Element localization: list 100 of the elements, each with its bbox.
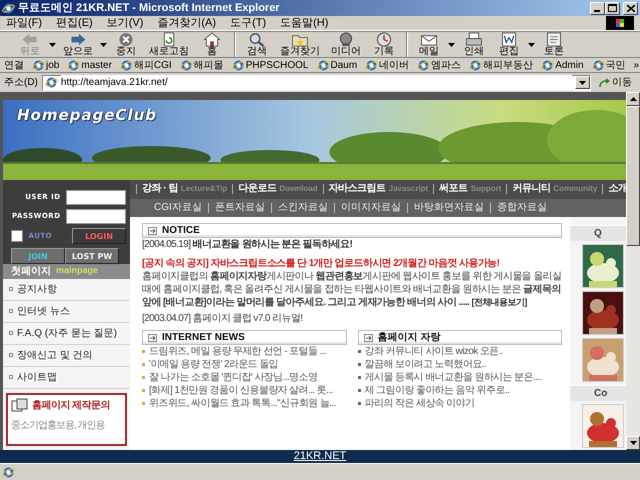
nav-link[interactable]: 강좌 · 팁 Lecture&Tip xyxy=(136,184,232,194)
address-field[interactable]: http://teamjava.21kr.net/ xyxy=(42,74,591,90)
board-item[interactable]: 깔끔해 보이려고 노력했어요.. xyxy=(364,358,486,372)
user-id-field[interactable] xyxy=(66,190,126,205)
section-title: INTERNET NEWS xyxy=(162,331,245,344)
globe-icon xyxy=(180,58,193,72)
toolbar-button[interactable]: 홈 xyxy=(196,32,228,57)
more-links-button[interactable]: » xyxy=(634,58,640,72)
arrow-box-icon xyxy=(148,334,157,342)
link-button[interactable]: 해피몰 xyxy=(180,58,224,72)
site-logo[interactable]: HomepageClub xyxy=(17,106,157,124)
globe-icon xyxy=(32,58,45,72)
side-menu-item[interactable]: F.A.Q (자주 묻는 질문) xyxy=(3,322,130,345)
board-item[interactable]: 위즈위드, 싸이월드 효과 톡톡..."신규회원 늘... xyxy=(149,397,336,410)
menu-item[interactable]: 파일(F) xyxy=(6,14,42,32)
toolbar-button[interactable]: 기록 xyxy=(368,32,400,57)
link-button[interactable]: Admin xyxy=(541,58,584,72)
toolbar-button[interactable]: 검색 xyxy=(241,32,273,57)
globe-icon xyxy=(2,466,15,478)
nav-link[interactable]: 자바스크립트 Javascript xyxy=(322,184,434,194)
board-item[interactable]: 게시물 등록시 배너교환을 원하시는 분은.... xyxy=(364,371,542,384)
login-button[interactable]: LOGIN xyxy=(72,228,126,244)
toolbar-button[interactable]: 인쇄 xyxy=(458,32,490,57)
toolbar-button[interactable]: 즐겨찾기 xyxy=(276,32,324,57)
scrollbar[interactable] xyxy=(626,92,640,450)
side-section-header: Q xyxy=(570,225,626,242)
board-item[interactable]: 강좌 커뮤니티 사이트 wizok 오픈.. xyxy=(364,345,503,358)
close-icon xyxy=(626,4,634,12)
nav-link[interactable]: 써포트 Support xyxy=(433,184,506,194)
promo-card[interactable]: 홈페이지 제작문의 중소기업홍보용, 개인용 xyxy=(6,392,127,446)
sub-nav-link[interactable]: 스킨자료실 xyxy=(270,203,334,214)
toolbar-button[interactable]: 중지 xyxy=(110,32,142,57)
board-item[interactable]: 드림위즈, 메일 용량 무제한 선언 - 포털들 ... xyxy=(149,345,326,358)
globe-icon xyxy=(469,58,482,72)
address-label: 주소(D) xyxy=(4,76,38,90)
sub-nav-link[interactable]: 폰트자료실 xyxy=(208,203,271,214)
board-item[interactable]: 잘 나가는 소호몰 '퀸디잡' 사장님...명소영 xyxy=(149,371,318,384)
sub-nav-link[interactable]: 종합자료실 xyxy=(490,203,553,214)
board-item[interactable]: 제 그림이랑 좋아하는 음악 위주로.. xyxy=(364,384,510,398)
link-button[interactable]: 국민 xyxy=(592,58,626,72)
notice-headline[interactable]: [공지 속의 공지] 자바스크립트소스를 단 1개만 업로드하시면 2개월간 마음껏 사용가능! xyxy=(142,256,562,270)
close-button[interactable] xyxy=(623,2,638,14)
menu-item[interactable]: 보기(V) xyxy=(106,14,144,32)
globe-icon xyxy=(44,76,58,89)
link-button[interactable]: 해피CGI xyxy=(120,58,172,72)
link-button[interactable]: 네이버 xyxy=(365,58,410,72)
lost-button[interactable]: LOST PW xyxy=(65,248,119,264)
password-field[interactable] xyxy=(66,208,126,224)
globe-icon xyxy=(417,58,430,72)
caret-icon[interactable] xyxy=(579,80,586,84)
arrow-box-icon xyxy=(364,334,372,342)
menu-item[interactable]: 도움말(H) xyxy=(280,14,328,32)
toolbar-button[interactable]: 앞으로 xyxy=(59,32,97,57)
footer-link[interactable]: 21KR.NET xyxy=(294,451,346,462)
toolbar-button[interactable]: 새로고침 xyxy=(145,32,193,57)
caret-icon[interactable] xyxy=(100,42,107,46)
link-button[interactable]: master xyxy=(67,58,112,72)
board-item[interactable]: [화제] 1천만원 경품이 신용불량자 살려... 롯... xyxy=(149,384,333,398)
link-button[interactable]: 엠파스 xyxy=(417,58,462,72)
scrollbar-thumb[interactable] xyxy=(626,106,640,246)
board-item[interactable]: '이메일 용량 전쟁' 2라운드 돌입 xyxy=(149,358,278,372)
go-button[interactable]: 이동 xyxy=(595,75,636,90)
go-arrow-icon xyxy=(599,78,610,88)
globe-icon xyxy=(2,2,15,14)
auto-checkbox[interactable] xyxy=(11,230,23,242)
globe-icon xyxy=(592,58,605,72)
toolbar-button[interactable]: 메일 xyxy=(413,32,445,57)
link-button[interactable]: 해피부동산 xyxy=(469,58,534,72)
link-button[interactable]: job xyxy=(32,58,60,72)
menu-item[interactable]: 편집(E) xyxy=(56,14,93,32)
side-menu-item[interactable]: 장애신고 및 건의 xyxy=(3,344,130,367)
menu-item[interactable]: 도구(T) xyxy=(230,14,266,32)
sub-nav-link[interactable]: 바탕화면자료실 xyxy=(406,203,490,214)
notice-item[interactable]: [2004.05.19] 배너교환을 원하시는 분은 필독하세요! xyxy=(142,238,562,252)
board-item[interactable]: 파리의 작은 세상속 이야기 xyxy=(364,397,474,410)
maximize-button[interactable] xyxy=(605,2,620,14)
dropdown-button[interactable] xyxy=(575,76,590,89)
read-more-link[interactable]: [전체내용보기] xyxy=(472,296,527,307)
scroll-up-icon[interactable] xyxy=(630,97,636,101)
nav-link[interactable]: 다운로드 Download xyxy=(232,184,323,194)
flag-icon xyxy=(606,16,634,30)
minimize-button[interactable] xyxy=(590,2,606,14)
link-button[interactable]: Daum xyxy=(316,58,358,72)
caret-icon[interactable] xyxy=(448,42,455,46)
sub-nav-link[interactable]: CGI자료실 xyxy=(148,203,208,214)
menu-item[interactable]: 즐겨찾기(A) xyxy=(157,14,216,32)
notice-item[interactable]: [2003.04.07] 홈페이지 클럽 v7.0 리뉴얼! xyxy=(142,312,562,325)
link-button[interactable]: PHPSCHOOL xyxy=(232,58,308,72)
side-menu-item[interactable]: 공지사항 xyxy=(3,278,130,301)
side-menu-item[interactable]: 사이트맵 xyxy=(3,366,130,389)
scroll-down-icon[interactable] xyxy=(630,441,636,445)
side-menu-item[interactable]: 인터넷 뉴스 xyxy=(3,300,130,323)
toolbar-button[interactable]: 편집 xyxy=(493,32,525,57)
globe-icon xyxy=(365,58,378,72)
caret-icon[interactable] xyxy=(528,42,535,46)
sub-nav-link[interactable]: 이미지자료실 xyxy=(334,203,407,214)
nav-link[interactable]: 커뮤니티 Community xyxy=(506,184,602,194)
toolbar-button[interactable]: 토론 xyxy=(538,32,570,57)
toolbar-button[interactable]: 미디어 xyxy=(327,32,365,57)
notice-text: 홈페이지클럽의 홈페이지자랑게시판이나 웹관련홍보게시판에 웹사이트 홍보를 위한 게시물을 올리실 때에 홈페이지클럽, 혹은 올려주신 게시물을 접하는 타웹사이트와 배너교환을 원하시는 분은 글제목의 앞에 [배너교환]이라는 말머리를 달아주세요. 그리고 게재가능한 배너의 사이 ..... [전체내용보기] xyxy=(142,270,562,309)
